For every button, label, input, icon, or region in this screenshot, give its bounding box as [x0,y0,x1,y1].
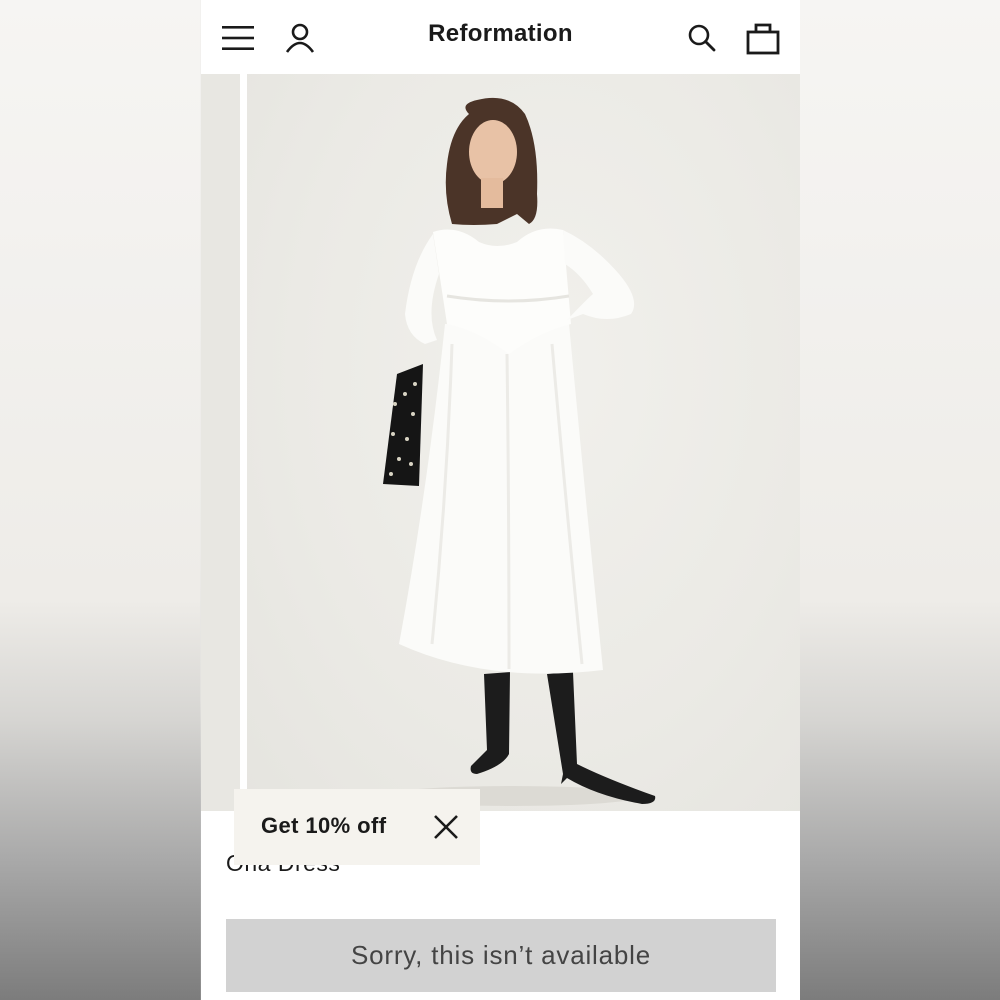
search-icon [688,24,716,52]
mobile-screen: Reformation Get 10% off Sorry, this isn’… [201,0,800,1000]
close-icon [434,815,458,839]
model-wearing-dress-illustration [382,97,656,806]
search-button[interactable] [682,18,722,58]
gallery-divider [240,74,247,789]
site-header: Reformation [201,0,800,74]
bag-button[interactable] [743,18,783,58]
bag-icon [746,23,780,55]
backdrop-right [800,0,1000,1000]
product-photo[interactable] [247,74,800,811]
promo-label[interactable]: Get 10% off [261,813,386,839]
previous-image-peek[interactable] [201,74,240,811]
discount-promo-badge[interactable]: Get 10% off [234,789,480,865]
backdrop-left [0,0,200,1000]
unavailable-button[interactable]: Sorry, this isn’t available [226,919,776,992]
product-image-gallery[interactable] [201,74,800,811]
promo-close-button[interactable] [432,813,460,841]
